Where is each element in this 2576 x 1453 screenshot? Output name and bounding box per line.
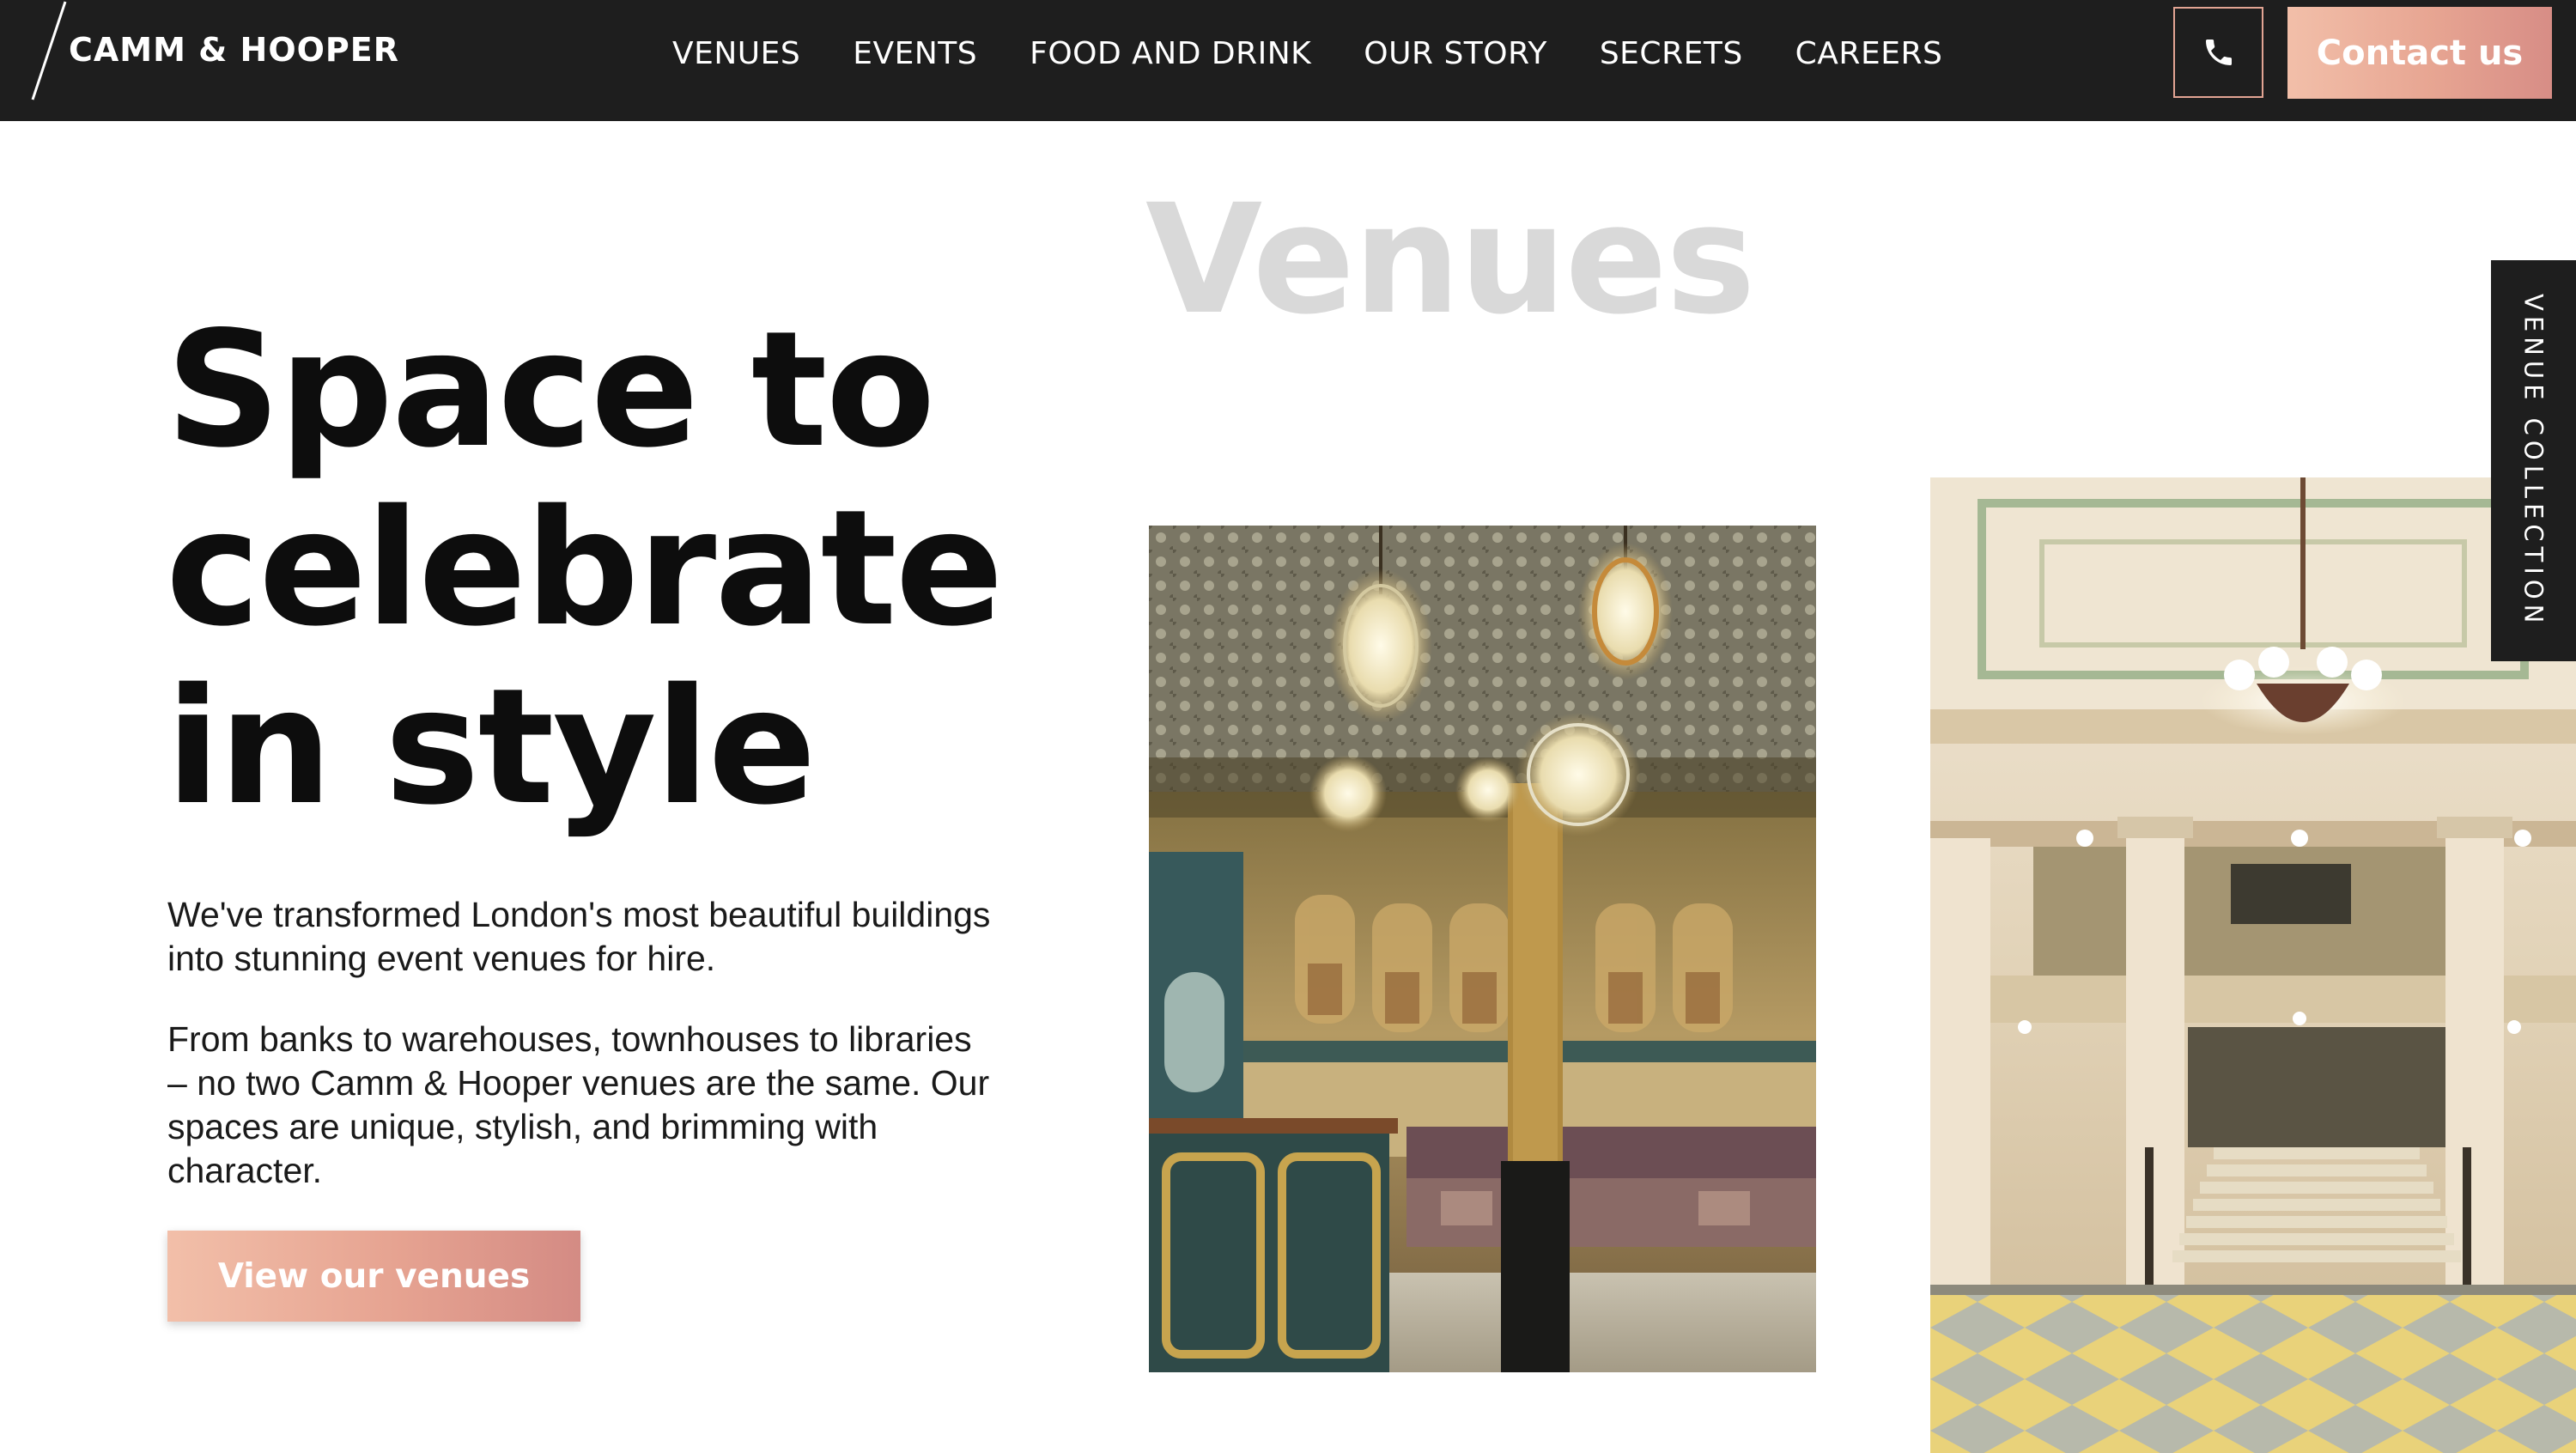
phone-button[interactable] <box>2173 7 2263 98</box>
nav-item-careers[interactable]: CAREERS <box>1795 36 1943 71</box>
site-header: CAMM & HOOPER VENUES EVENTS FOOD AND DRI… <box>0 0 2576 121</box>
nav-item-secrets[interactable]: SECRETS <box>1600 36 1743 71</box>
nav-item-events[interactable]: EVENTS <box>853 36 977 71</box>
hero-heading-line-2: celebrate <box>166 475 1004 661</box>
nav-item-food-and-drink[interactable]: FOOD AND DRINK <box>1030 36 1311 71</box>
hero-heading-line-1: Space to <box>166 296 935 483</box>
view-venues-button[interactable]: View our venues <box>167 1231 580 1322</box>
venue-collection-label: VENUE COLLECTION <box>2518 293 2549 629</box>
logo-slash-icon <box>31 1 67 100</box>
brand-name: CAMM & HOOPER <box>69 31 400 69</box>
hero-heading-line-3: in style <box>166 654 817 840</box>
intro-paragraph-2: From banks to warehouses, townhouses to … <box>167 1019 990 1190</box>
main-nav: VENUES EVENTS FOOD AND DRINK OUR STORY S… <box>672 0 1942 106</box>
brand-logo[interactable]: CAMM & HOOPER <box>26 0 399 103</box>
venue-card-moroccan-bar[interactable] <box>1149 526 1816 1372</box>
phone-icon <box>2205 40 2232 65</box>
intro-text: We've transformed London's most beautifu… <box>167 893 992 1230</box>
nav-item-our-story[interactable]: OUR STORY <box>1364 36 1547 71</box>
venues-section-title: Venues <box>1145 172 1756 348</box>
nav-item-venues[interactable]: VENUES <box>672 36 800 71</box>
venue-image-banking-hall <box>1930 477 2576 1453</box>
contact-us-button[interactable]: Contact us <box>2287 7 2552 99</box>
venue-card-banking-hall[interactable] <box>1930 477 2576 1453</box>
intro-paragraph-1: We've transformed London's most beautifu… <box>167 895 991 978</box>
page: CAMM & HOOPER VENUES EVENTS FOOD AND DRI… <box>0 0 2576 1453</box>
hero-heading: Space to celebrate in style <box>166 301 1024 836</box>
venue-image-moroccan-bar <box>1149 526 1816 1372</box>
venue-collection-tab[interactable]: VENUE COLLECTION <box>2491 260 2576 661</box>
